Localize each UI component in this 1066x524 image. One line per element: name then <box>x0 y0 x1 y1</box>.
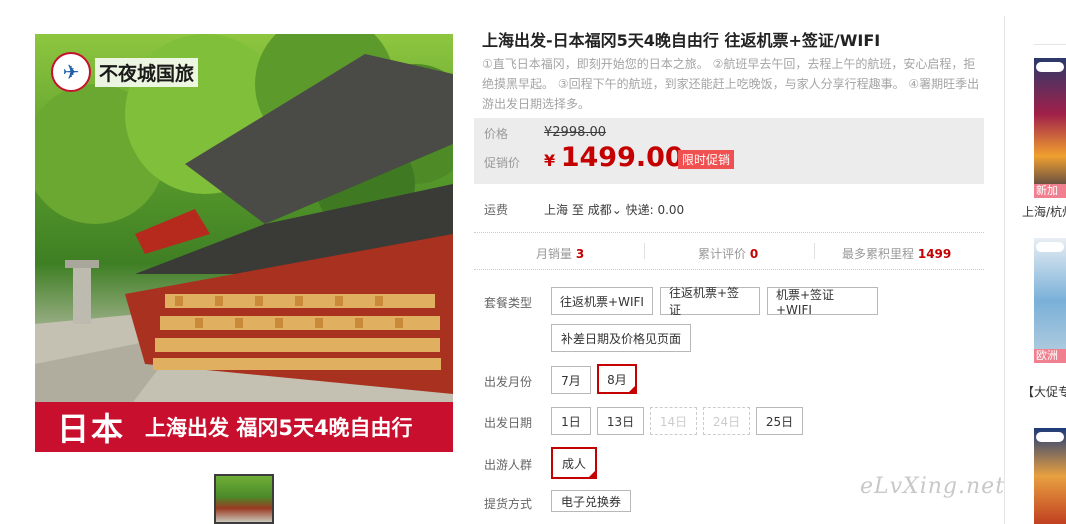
original-price: ¥2998.00 <box>544 125 607 140</box>
sidebar-divider <box>1004 16 1005 524</box>
recommend-strip: 欧洲 <box>1034 349 1066 363</box>
review-count-label: 累计评价 <box>698 247 747 261</box>
ship-destination-select[interactable]: 成都⌄ <box>588 203 626 217</box>
date-option-disabled: 24日 <box>703 407 750 435</box>
recommend-title[interactable]: 【大促专 <box>1022 383 1066 400</box>
package-option[interactable]: 机票+签证+WIFI <box>767 287 878 317</box>
brand-logo-small <box>1036 242 1064 252</box>
delivery-label: 提货方式 <box>484 497 533 511</box>
group-label: 出游人群 <box>484 458 533 472</box>
product-title: 上海出发-日本福冈5天4晚自由行 往返机票+签证/WIFI <box>482 31 881 50</box>
mileage: 最多累积里程 1499 <box>842 245 951 262</box>
monthly-sales-value: 3 <box>575 247 585 261</box>
currency-symbol: ¥ <box>544 151 556 170</box>
mileage-value: 1499 <box>917 247 952 261</box>
sale-price-value: 1499.00 <box>560 142 684 173</box>
shipping-label: 运费 <box>484 203 509 217</box>
temple-scene-illustration <box>35 34 453 452</box>
month-label: 出发月份 <box>484 375 533 389</box>
date-label: 出发日期 <box>484 416 533 430</box>
ship-destination: 成都 <box>587 203 612 217</box>
package-option[interactable]: 往返机票+WIFI <box>551 287 653 315</box>
recommend-strip: 新加 <box>1034 184 1066 198</box>
date-option[interactable]: 25日 <box>756 407 803 435</box>
promo-tag: 限时促销 <box>678 150 735 169</box>
shipping-info: 上海 至 成都⌄ 快递: 0.00 <box>544 201 684 218</box>
banner-country: 日本 <box>57 410 126 448</box>
globe-icon: ✈ <box>51 52 91 92</box>
monthly-sales: 月销量 3 <box>536 245 584 262</box>
mileage-label: 最多累积里程 <box>842 247 915 261</box>
sidebar-top-rule <box>1034 44 1066 45</box>
image-banner: 日本 上海出发 福冈5天4晚自由行 <box>35 402 453 452</box>
month-option-selected[interactable]: 8月 <box>597 364 637 394</box>
date-option-disabled: 14日 <box>650 407 697 435</box>
recommend-image[interactable] <box>1034 428 1066 524</box>
ship-from: 上海 <box>544 203 569 217</box>
product-details: 上海出发-日本福冈5天4晚自由行 往返机票+签证/WIFI ①直飞日本福冈，即刻… <box>482 30 986 114</box>
date-option[interactable]: 13日 <box>597 407 644 435</box>
date-option[interactable]: 1日 <box>551 407 591 435</box>
package-type-label: 套餐类型 <box>484 296 533 310</box>
brand-logo-small <box>1036 62 1064 72</box>
ship-method: 快递: 0.00 <box>625 203 685 217</box>
price-box: 价格 ¥2998.00 促销价 ¥ 1499.00 限时促销 <box>474 118 984 184</box>
delivery-option[interactable]: 电子兑换券 <box>551 490 631 512</box>
image-thumbnail[interactable] <box>214 474 274 524</box>
banner-subtitle: 上海出发 福冈5天4晚自由行 <box>145 416 413 440</box>
sale-price: ¥ 1499.00 <box>544 142 684 173</box>
watermark: eLvXing.net <box>860 474 1006 499</box>
sale-price-label: 促销价 <box>484 156 521 170</box>
ship-to-word: 至 <box>571 203 584 217</box>
original-price-label: 价格 <box>484 127 509 141</box>
sales-stats: 月销量 3 累计评价 0 最多累积里程 1499 <box>474 232 984 270</box>
divider <box>814 243 815 259</box>
package-option[interactable]: 补差日期及价格见页面 <box>551 324 691 352</box>
brand-logo: ✈ 不夜城国旅 <box>51 52 199 92</box>
review-count[interactable]: 累计评价 0 <box>698 245 758 262</box>
recommend-image[interactable]: 新加 <box>1034 58 1066 198</box>
recommend-image[interactable]: 欧洲 <box>1034 238 1066 363</box>
divider <box>644 243 645 259</box>
month-option[interactable]: 7月 <box>551 366 591 394</box>
product-page: ✈ 不夜城国旅 日本 上海出发 福冈5天4晚自由行 上海出发-日本福冈5天4晚自… <box>0 0 1066 524</box>
product-description: ①直飞日本福冈，即刻开始您的日本之旅。 ②航班早去午回，去程上午的航班，安心启程… <box>482 57 980 111</box>
main-product-image[interactable]: ✈ 不夜城国旅 日本 上海出发 福冈5天4晚自由行 <box>35 34 453 452</box>
brand-name: 不夜城国旅 <box>95 57 199 87</box>
chevron-down-icon: ⌄ <box>611 203 622 217</box>
package-option[interactable]: 往返机票+签证 <box>660 286 760 317</box>
brand-logo-small <box>1036 432 1064 442</box>
monthly-sales-label: 月销量 <box>536 247 573 261</box>
recommend-title[interactable]: 上海/杭州 <box>1022 203 1066 220</box>
review-count-value: 0 <box>749 247 759 261</box>
group-option-selected[interactable]: 成人 <box>551 447 597 479</box>
